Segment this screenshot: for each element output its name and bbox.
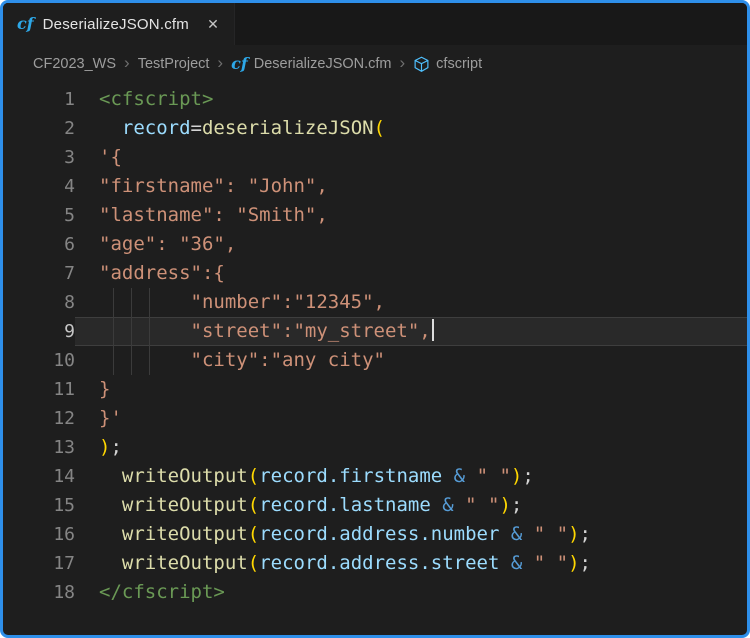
breadcrumb-label: DeserializeJSON.cfm <box>254 56 392 72</box>
code-line-18[interactable]: 18</cfscript> <box>3 578 747 607</box>
code-text[interactable]: "street":"my_street", <box>75 317 747 346</box>
breadcrumb: CF2023_WS › TestProject › cf DeserializeJSON.… <box>3 45 747 83</box>
indent-guide <box>131 288 132 317</box>
vscode-window: cf DeserializeJSON.cfm ✕ CF2023_WS › TestP… <box>0 0 750 638</box>
indent-guide <box>131 317 132 346</box>
line-number: 9 <box>3 317 75 346</box>
code-text[interactable]: writeOutput(record.lastname & " "); <box>75 491 747 520</box>
line-number: 17 <box>3 549 75 578</box>
line-number: 7 <box>3 259 75 288</box>
code-text[interactable]: <cfscript> <box>75 85 747 114</box>
code-line-13[interactable]: 13); <box>3 433 747 462</box>
indent-guide <box>149 346 150 375</box>
chevron-right-icon: › <box>217 53 223 73</box>
code-text[interactable]: "age": "36", <box>75 230 747 259</box>
code-line-16[interactable]: 16 writeOutput(record.address.number & "… <box>3 520 747 549</box>
code-text[interactable]: "lastname": "Smith", <box>75 201 747 230</box>
code-line-11[interactable]: 11} <box>3 375 747 404</box>
line-number: 1 <box>3 85 75 114</box>
code-text[interactable]: writeOutput(record.address.street & " ")… <box>75 549 747 578</box>
coldfusion-icon: cf <box>231 56 248 72</box>
line-number: 11 <box>3 375 75 404</box>
line-number: 12 <box>3 404 75 433</box>
code-line-9[interactable]: 9 "street":"my_street", <box>3 317 747 346</box>
line-number: 15 <box>3 491 75 520</box>
line-number: 18 <box>3 578 75 607</box>
line-number: 14 <box>3 462 75 491</box>
indent-guide <box>131 346 132 375</box>
code-line-3[interactable]: 3'{ <box>3 143 747 172</box>
code-line-12[interactable]: 12}' <box>3 404 747 433</box>
code-text[interactable]: "city":"any city" <box>75 346 747 375</box>
code-text[interactable]: }' <box>75 404 747 433</box>
line-number: 10 <box>3 346 75 375</box>
line-number: 6 <box>3 230 75 259</box>
line-number: 13 <box>3 433 75 462</box>
code-line-6[interactable]: 6"age": "36", <box>3 230 747 259</box>
code-text[interactable]: "firstname": "John", <box>75 172 747 201</box>
text-cursor <box>432 319 434 341</box>
code-editor[interactable]: 1<cfscript>2 record=deserializeJSON(3'{4… <box>3 83 747 635</box>
code-line-2[interactable]: 2 record=deserializeJSON( <box>3 114 747 143</box>
line-number: 16 <box>3 520 75 549</box>
code-text[interactable]: ); <box>75 433 747 462</box>
breadcrumb-label: CF2023_WS <box>33 56 116 72</box>
indent-guide <box>149 317 150 346</box>
indent-guide <box>113 346 114 375</box>
breadcrumb-item-cf2023-ws[interactable]: CF2023_WS <box>33 56 116 72</box>
code-line-15[interactable]: 15 writeOutput(record.lastname & " "); <box>3 491 747 520</box>
code-line-7[interactable]: 7"address":{ <box>3 259 747 288</box>
code-text[interactable]: writeOutput(record.firstname & " "); <box>75 462 747 491</box>
chevron-right-icon: › <box>124 53 130 73</box>
code-line-17[interactable]: 17 writeOutput(record.address.street & "… <box>3 549 747 578</box>
code-line-14[interactable]: 14 writeOutput(record.firstname & " "); <box>3 462 747 491</box>
code-text[interactable]: "number":"12345", <box>75 288 747 317</box>
tab-bar: cf DeserializeJSON.cfm ✕ <box>3 3 747 45</box>
code-line-10[interactable]: 10 "city":"any city" <box>3 346 747 375</box>
line-number: 3 <box>3 143 75 172</box>
code-text[interactable]: writeOutput(record.address.number & " ")… <box>75 520 747 549</box>
breadcrumb-item-testproject[interactable]: TestProject <box>138 56 210 72</box>
code-text[interactable]: '{ <box>75 143 747 172</box>
indent-guide <box>149 288 150 317</box>
breadcrumb-label: cfscript <box>436 56 482 72</box>
coldfusion-file-icon: cf <box>17 16 34 32</box>
code-text[interactable]: </cfscript> <box>75 578 747 607</box>
code-line-8[interactable]: 8 "number":"12345", <box>3 288 747 317</box>
line-number: 5 <box>3 201 75 230</box>
line-number: 2 <box>3 114 75 143</box>
line-number: 8 <box>3 288 75 317</box>
code-text[interactable]: } <box>75 375 747 404</box>
code-text[interactable]: record=deserializeJSON( <box>75 114 747 143</box>
code-line-5[interactable]: 5"lastname": "Smith", <box>3 201 747 230</box>
breadcrumb-item-cfscript[interactable]: cfscript <box>413 56 482 73</box>
breadcrumb-item-deserializejson-cfm[interactable]: cf DeserializeJSON.cfm <box>231 56 391 72</box>
chevron-right-icon: › <box>400 53 406 73</box>
code-line-1[interactable]: 1<cfscript> <box>3 85 747 114</box>
code-text[interactable]: "address":{ <box>75 259 747 288</box>
code-line-4[interactable]: 4"firstname": "John", <box>3 172 747 201</box>
close-icon[interactable]: ✕ <box>202 13 224 35</box>
indent-guide <box>113 288 114 317</box>
breadcrumb-label: TestProject <box>138 56 210 72</box>
indent-guide <box>113 317 114 346</box>
tab-deserializejson-cfm[interactable]: cf DeserializeJSON.cfm ✕ <box>3 3 235 45</box>
symbol-structure-icon <box>413 56 430 73</box>
tab-title: DeserializeJSON.cfm <box>43 16 189 33</box>
line-number: 4 <box>3 172 75 201</box>
